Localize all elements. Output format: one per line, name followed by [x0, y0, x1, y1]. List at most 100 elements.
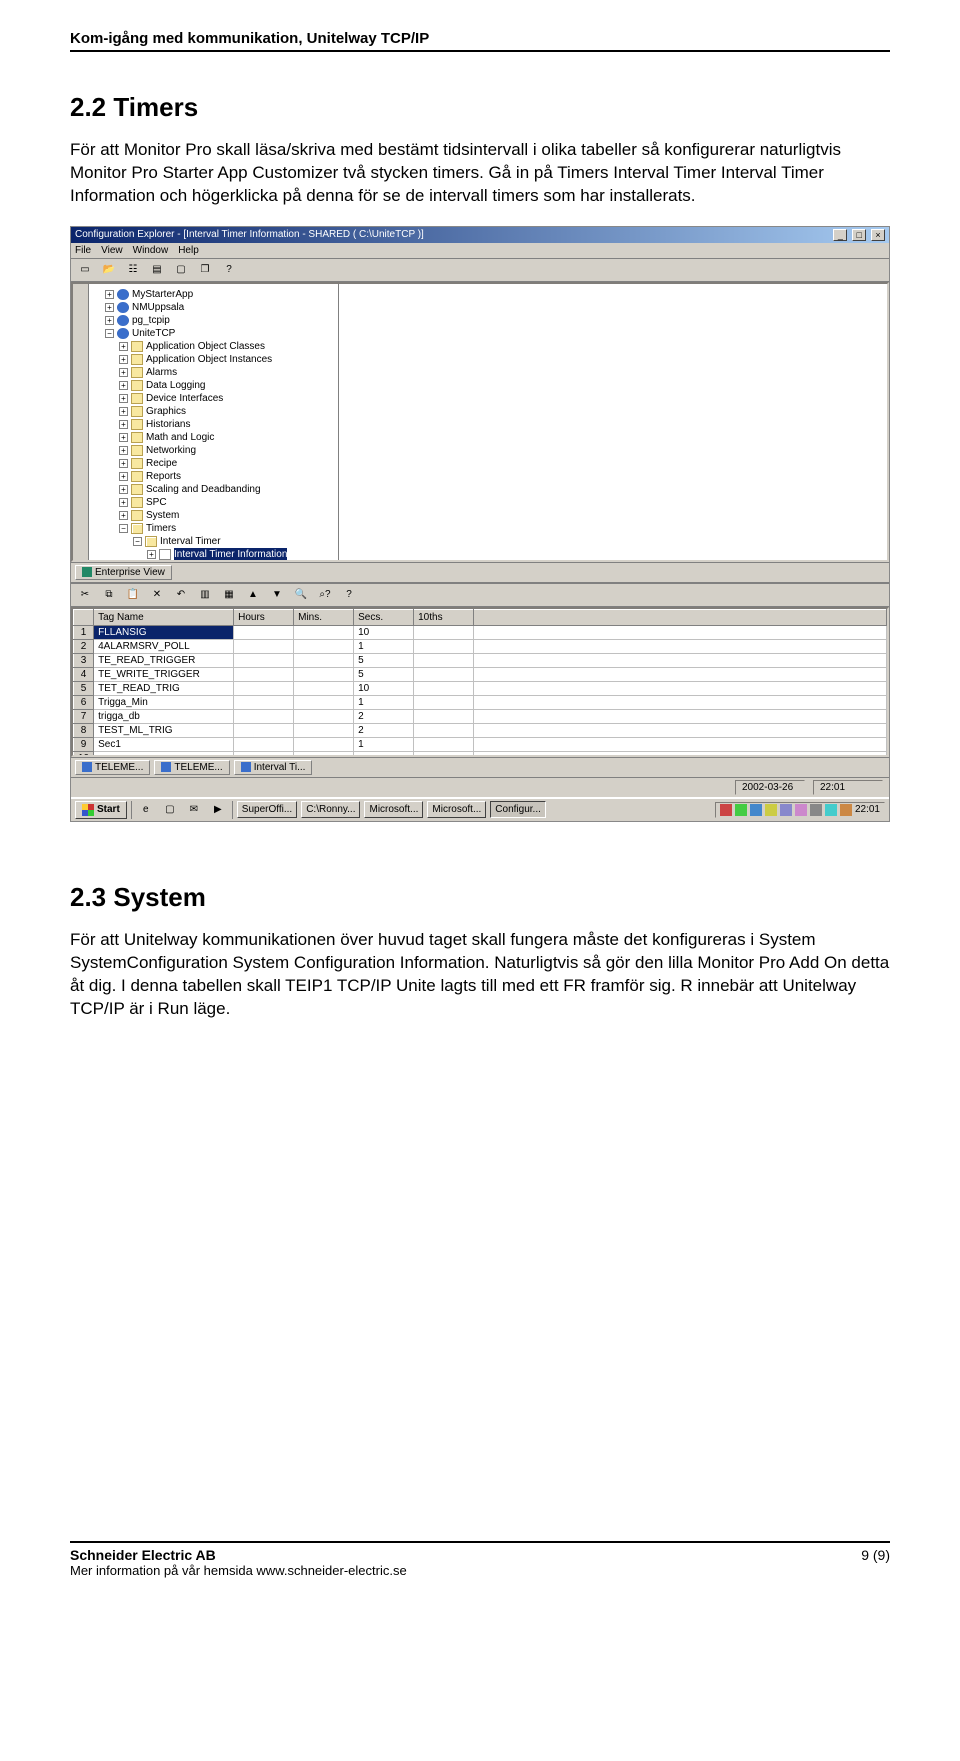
cell-tagname[interactable]: TE_WRITE_TRIGGER [94, 667, 234, 681]
cell-10ths[interactable] [414, 723, 474, 737]
tray-icon[interactable] [795, 804, 807, 816]
new-icon[interactable]: ▭ [75, 261, 95, 279]
cell-secs[interactable]: 2 [354, 723, 414, 737]
tree-child[interactable]: +SPC [91, 496, 336, 509]
quicklaunch-icon[interactable]: ▶ [208, 801, 228, 819]
cell-hours[interactable] [234, 625, 294, 639]
tree-interval-timer-info[interactable]: +Interval Timer Information [91, 548, 336, 560]
tree-child[interactable]: +Historians [91, 418, 336, 431]
grid-row[interactable]: 4TE_WRITE_TRIGGER 5 [74, 667, 887, 681]
cell-10ths[interactable] [414, 737, 474, 751]
tray-icon[interactable] [720, 804, 732, 816]
grid-row[interactable]: 9Sec11 [74, 737, 887, 751]
tray-icon[interactable] [735, 804, 747, 816]
tree-top-item[interactable]: +MyStarterApp [91, 288, 336, 301]
col-hours[interactable]: Hours [234, 609, 294, 625]
view1-icon[interactable]: ▥ [195, 586, 215, 604]
tree-child-timers[interactable]: −Timers [91, 522, 336, 535]
tray-icon[interactable] [750, 804, 762, 816]
task-button[interactable]: Microsoft... [364, 801, 423, 818]
row-number[interactable]: 1 [74, 625, 94, 639]
window-icon[interactable]: ▢ [171, 261, 191, 279]
view2-icon[interactable]: ▦ [219, 586, 239, 604]
cell-mins[interactable] [294, 625, 354, 639]
cell-tagname[interactable]: TE_READ_TRIGGER [94, 653, 234, 667]
help2-icon[interactable]: ? [339, 586, 359, 604]
tree-top-item[interactable]: +NMUppsala [91, 301, 336, 314]
tree-child[interactable]: +Alarms [91, 366, 336, 379]
tree-child[interactable]: +Application Object Classes [91, 340, 336, 353]
cell-secs[interactable]: 5 [354, 667, 414, 681]
tree-child[interactable]: +Math and Logic [91, 431, 336, 444]
cell-10ths[interactable] [414, 681, 474, 695]
cell-tagname[interactable]: trigga_db [94, 709, 234, 723]
cell-hours[interactable] [234, 723, 294, 737]
cell-hours[interactable] [234, 681, 294, 695]
cell-secs[interactable]: 1 [354, 639, 414, 653]
cell-10ths[interactable] [414, 653, 474, 667]
close-button[interactable]: × [871, 229, 885, 241]
row-number[interactable]: 8 [74, 723, 94, 737]
row-number[interactable]: 3 [74, 653, 94, 667]
col-tagname[interactable]: Tag Name [94, 609, 234, 625]
cell-mins[interactable] [294, 639, 354, 653]
tree-child[interactable]: +System [91, 509, 336, 522]
cell-secs[interactable]: 10 [354, 625, 414, 639]
grid-row[interactable]: 24ALARMSRV_POLL 1 [74, 639, 887, 653]
row-number[interactable]: 9 [74, 737, 94, 751]
cell-secs[interactable]: 5 [354, 653, 414, 667]
quicklaunch-icon[interactable]: e [136, 801, 156, 819]
cell-tagname[interactable]: TEST_ML_TRIG [94, 723, 234, 737]
tree-child[interactable]: +Reports [91, 470, 336, 483]
tree-child[interactable]: +Recipe [91, 457, 336, 470]
enterprise-view-tab[interactable]: Enterprise View [75, 565, 172, 580]
sort2-icon[interactable]: ▼ [267, 586, 287, 604]
quicklaunch-icon[interactable]: ▢ [160, 801, 180, 819]
cell-hours[interactable] [234, 695, 294, 709]
tray-icon[interactable] [765, 804, 777, 816]
query-icon[interactable]: ⌕? [315, 586, 335, 604]
cell-10ths[interactable] [414, 667, 474, 681]
bottom-tab[interactable]: TELEME... [154, 760, 229, 775]
cut-icon[interactable]: ✂ [75, 586, 95, 604]
grid-row[interactable]: 8TEST_ML_TRIG 2 [74, 723, 887, 737]
tree-top-item[interactable]: −UniteTCP [91, 327, 336, 340]
undo-icon[interactable]: ↶ [171, 586, 191, 604]
delete-icon[interactable]: ✕ [147, 586, 167, 604]
col-mins[interactable]: Mins. [294, 609, 354, 625]
task-button[interactable]: Microsoft... [427, 801, 486, 818]
task-button[interactable]: C:\Ronny... [301, 801, 360, 818]
maximize-button[interactable]: □ [852, 229, 866, 241]
cell-hours[interactable] [234, 667, 294, 681]
cell-secs[interactable]: 1 [354, 695, 414, 709]
col-rownum[interactable] [74, 609, 94, 625]
tree-top-item[interactable]: +pg_tcpip [91, 314, 336, 327]
tree-child[interactable]: +Scaling and Deadbanding [91, 483, 336, 496]
tray-icon[interactable] [810, 804, 822, 816]
tree-icon[interactable]: ☷ [123, 261, 143, 279]
grid-row[interactable]: 5TET_READ_TRIG10 [74, 681, 887, 695]
grid-row[interactable]: 7trigga_db2 [74, 709, 887, 723]
cell-hours[interactable] [234, 653, 294, 667]
cell-mins[interactable] [294, 709, 354, 723]
start-button[interactable]: Start [75, 801, 127, 819]
cell-tagname[interactable]: 4ALARMSRV_POLL [94, 639, 234, 653]
tray-icon[interactable] [780, 804, 792, 816]
tray-icon[interactable] [840, 804, 852, 816]
cell-secs[interactable]: 10 [354, 681, 414, 695]
tree-panel[interactable]: +MyStarterApp +NMUppsala +pg_tcpip −Unit… [89, 284, 339, 560]
cell-mins[interactable] [294, 667, 354, 681]
col-10ths[interactable]: 10ths [414, 609, 474, 625]
row-number[interactable]: 7 [74, 709, 94, 723]
bottom-tab[interactable]: Interval Ti... [234, 760, 313, 775]
row-number[interactable]: 2 [74, 639, 94, 653]
cell-mins[interactable] [294, 695, 354, 709]
find-icon[interactable]: 🔍 [291, 586, 311, 604]
grid-row[interactable]: 6Trigga_Min1 [74, 695, 887, 709]
sort1-icon[interactable]: ▲ [243, 586, 263, 604]
row-number[interactable]: 4 [74, 667, 94, 681]
cell-hours[interactable] [234, 737, 294, 751]
tree-child[interactable]: +Data Logging [91, 379, 336, 392]
cell-mins[interactable] [294, 737, 354, 751]
task-button[interactable]: SuperOffi... [237, 801, 297, 818]
